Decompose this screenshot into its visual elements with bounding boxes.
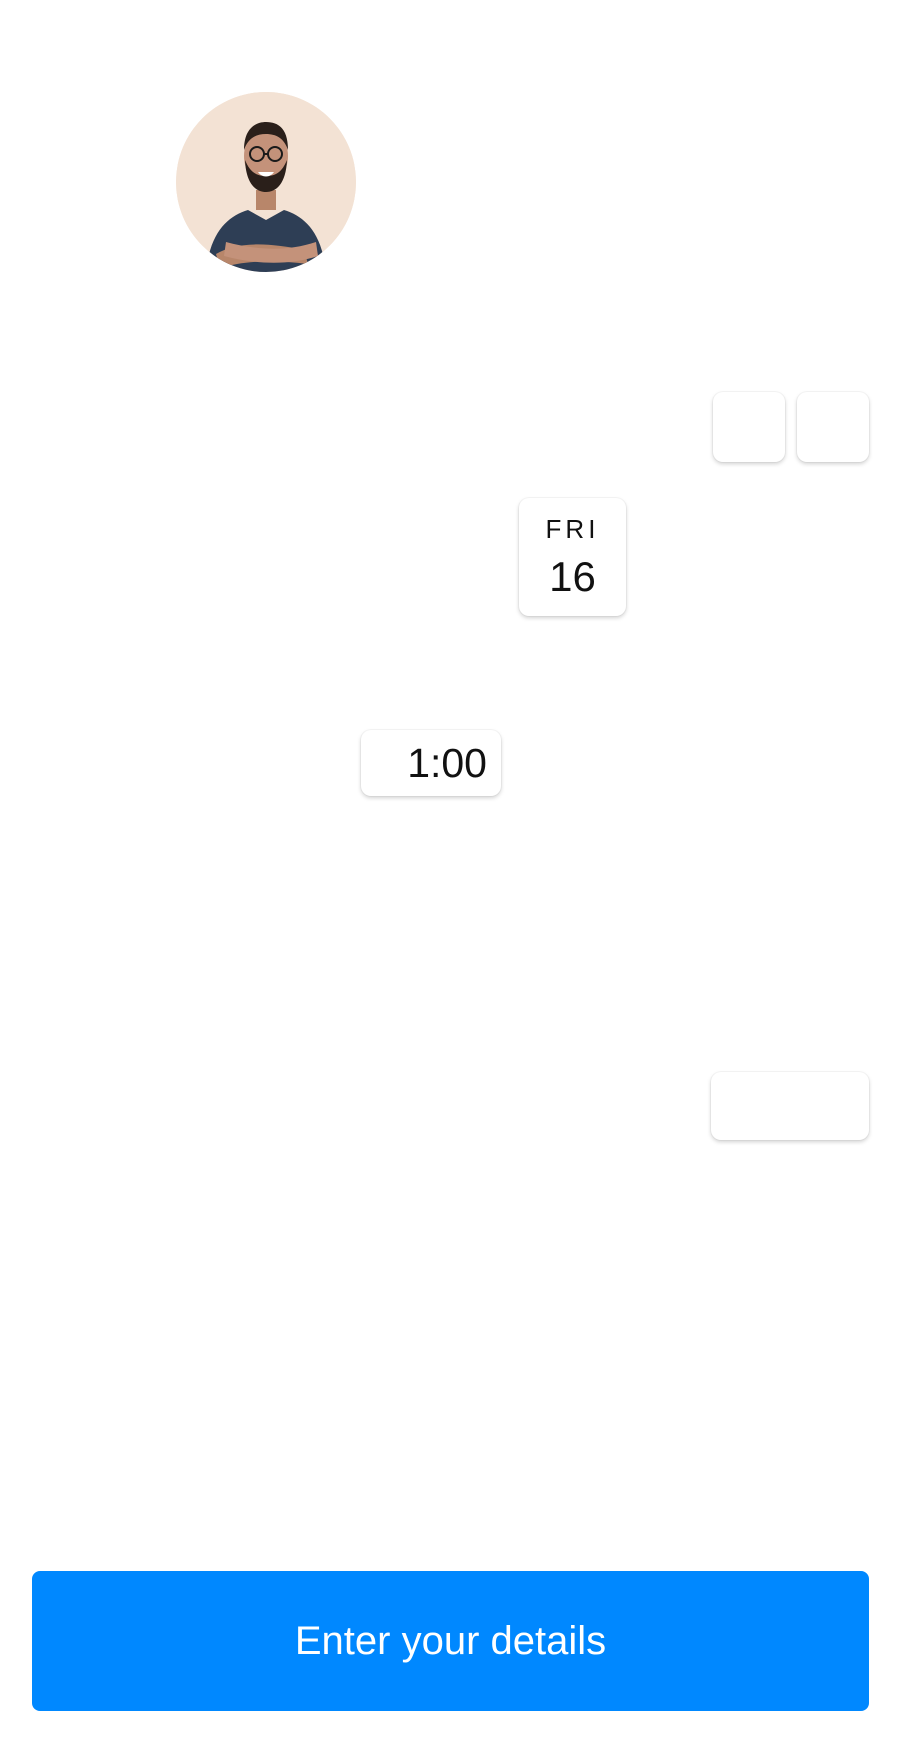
previous-week-button[interactable] <box>713 392 785 462</box>
avatar <box>176 92 356 272</box>
time-slot-button[interactable]: 1:00 <box>361 730 501 796</box>
enter-details-button[interactable]: Enter your details <box>32 1571 869 1711</box>
next-week-button[interactable] <box>797 392 869 462</box>
time-slot-label: 1:00 <box>407 739 487 786</box>
date-option-selected[interactable]: FRI 16 <box>519 498 626 616</box>
option-card[interactable] <box>711 1072 869 1140</box>
day-weekday: FRI <box>545 513 600 544</box>
person-avatar-photo <box>176 92 356 272</box>
day-number: 16 <box>549 552 596 600</box>
